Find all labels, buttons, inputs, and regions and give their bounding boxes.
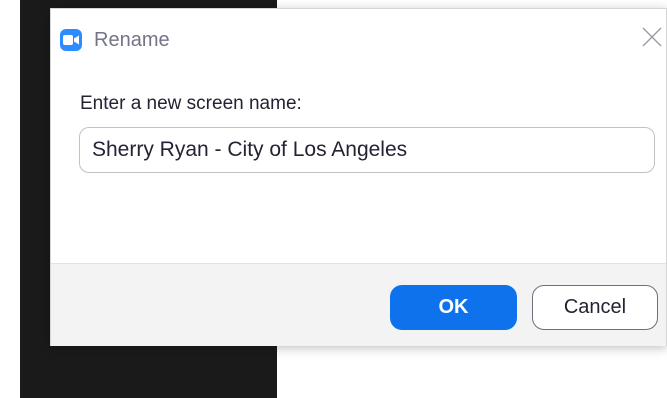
- zoom-video-camera-icon: [60, 29, 82, 51]
- dialog-title: Rename: [94, 29, 170, 51]
- close-icon: [642, 27, 662, 47]
- screen-name-input[interactable]: [79, 127, 655, 173]
- rename-dialog: Rename Enter a new screen name: OK Cance…: [50, 8, 667, 346]
- ok-button[interactable]: OK: [390, 285, 517, 330]
- dialog-titlebar: Rename: [51, 9, 666, 61]
- screen-name-label: Enter a new screen name:: [80, 93, 302, 114]
- close-button[interactable]: [640, 25, 664, 49]
- cancel-button[interactable]: Cancel: [532, 285, 658, 330]
- dialog-footer: OK Cancel: [51, 263, 666, 346]
